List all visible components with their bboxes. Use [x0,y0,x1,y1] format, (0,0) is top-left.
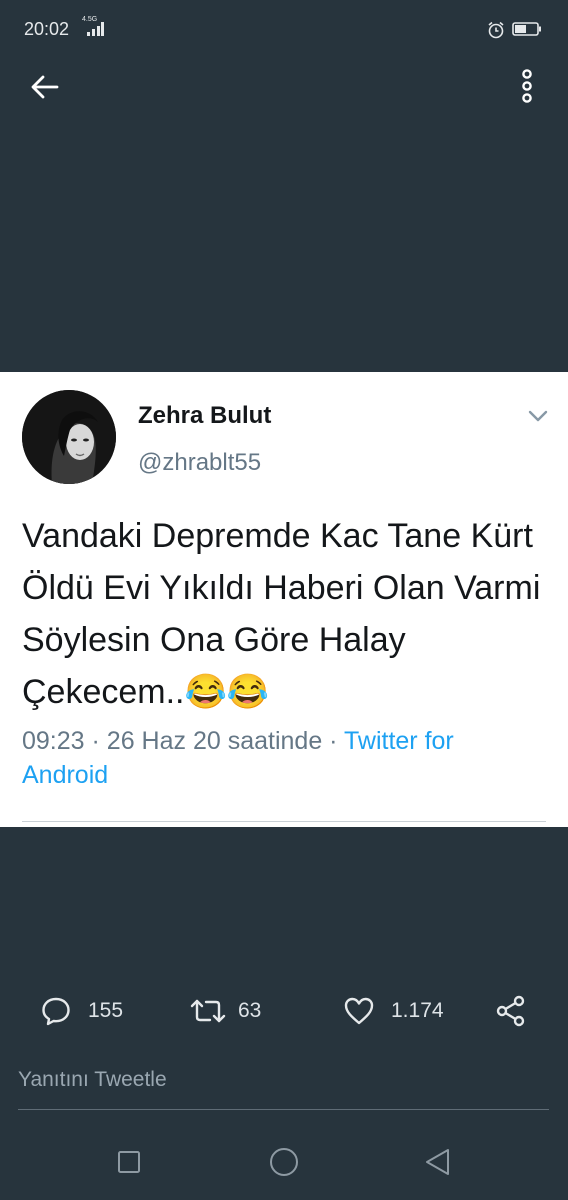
reply-underline [18,1109,549,1110]
signal-icon [87,22,104,36]
like-count: 1.174 [391,999,444,1022]
tweet-meta: 09:23 · 26 Haz 20 saatinde · Twitter for… [22,724,542,792]
author-handle[interactable]: @zhrablt55 [138,449,261,477]
home-button[interactable] [264,1143,304,1181]
battery-icon [512,22,541,36]
square-icon [118,1151,140,1173]
tweet-text: Vandaki Depremde Kac Tane Kürt Öldü Evi … [22,517,541,711]
share-icon [496,995,525,1027]
retweet-button[interactable]: 63 [190,988,261,1034]
circle-icon [270,1148,298,1176]
reply-button[interactable]: 155 [40,988,123,1034]
divider [22,821,546,822]
status-bar: 20:02 4.5G [0,0,568,56]
back-button[interactable] [26,68,64,106]
nav-back-button[interactable] [418,1143,458,1181]
like-button[interactable]: 1.174 [343,988,444,1034]
avatar[interactable] [22,390,116,484]
recent-apps-button[interactable] [109,1143,149,1181]
avatar-photo [22,390,116,484]
reply-count: 155 [88,999,124,1022]
more-options-button[interactable] [508,66,546,108]
chevron-down-icon[interactable] [526,408,550,424]
retweet-icon [190,999,226,1023]
author-name[interactable]: Zehra Bulut [138,402,271,430]
arrow-left-icon [31,75,59,99]
more-vertical-icon [522,69,532,103]
triangle-back-icon [426,1149,449,1175]
tweet-time: 09:23 [22,727,85,755]
tweet-date: · 26 Haz 20 saatinde · [91,727,338,755]
reply-input[interactable]: Yanıtını Tweetle [18,1068,167,1092]
tweet-card: Zehra Bulut @zhrablt55 Vandaki Depremde … [0,372,568,827]
share-button[interactable] [494,988,528,1034]
retweet-count: 63 [238,999,262,1022]
tweet-actions: 155 63 1.174 [0,988,568,1034]
alarm-icon [488,21,504,39]
status-time: 20:02 [24,19,70,39]
comment-icon [42,997,70,1026]
heart-icon [344,997,374,1025]
